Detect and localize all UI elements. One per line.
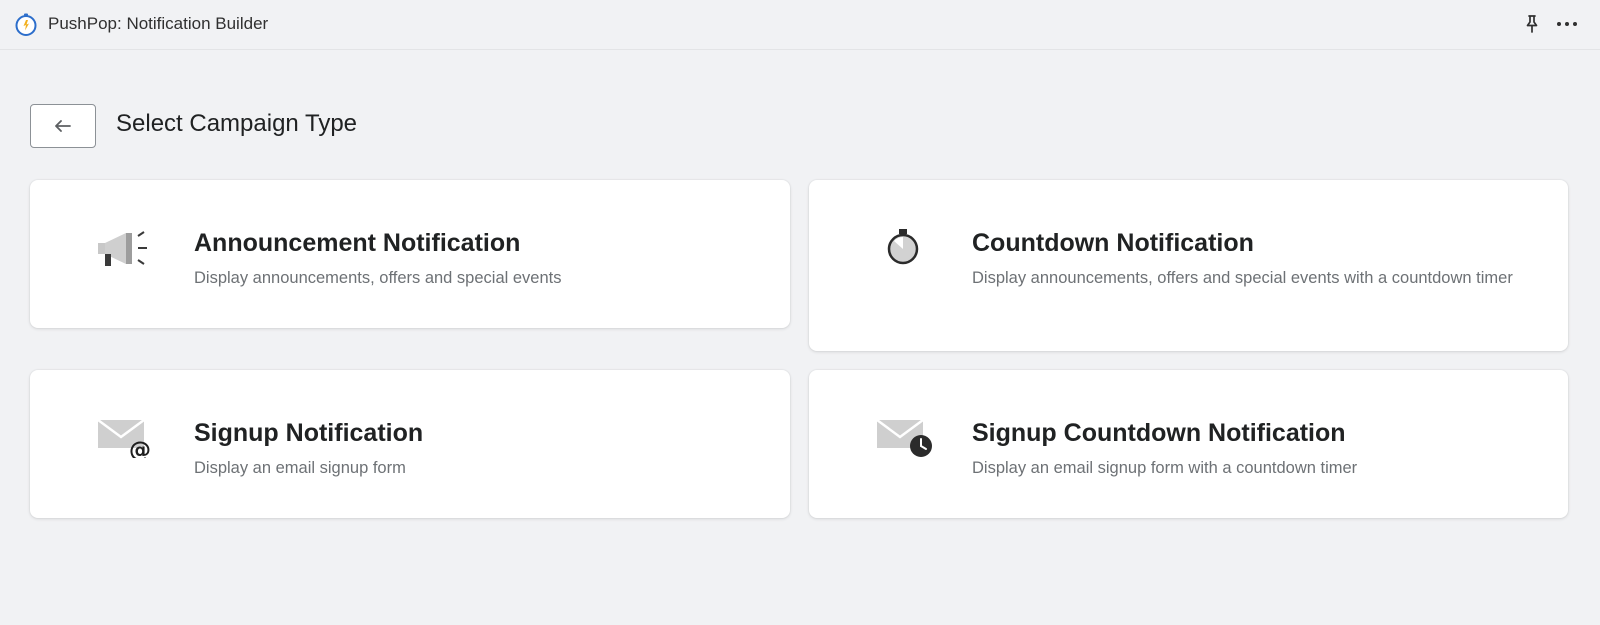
more-horizontal-icon[interactable]: [1555, 13, 1579, 35]
card-description: Display an email signup form with a coun…: [972, 459, 1358, 477]
card-signup-notification[interactable]: @ Signup Notification Display an email s…: [30, 370, 790, 518]
app-title: PushPop: Notification Builder: [48, 14, 269, 33]
stopwatch-icon: [887, 229, 919, 265]
top-bar: PushPop: Notification Builder: [0, 0, 1600, 50]
card-description: Display an email signup form: [194, 459, 406, 477]
arrow-left-icon: [55, 120, 71, 132]
card-description: Display announcements, offers and specia…: [972, 269, 1513, 287]
card-title: Countdown Notification: [972, 229, 1254, 257]
card-title: Signup Notification: [194, 419, 424, 447]
pin-icon[interactable]: [1521, 13, 1543, 35]
stopwatch-logo-icon: [15, 13, 37, 36]
card-countdown-notification[interactable]: Countdown Notification Display announcem…: [809, 180, 1568, 351]
card-title: Signup Countdown Notification: [972, 419, 1346, 447]
envelope-clock-icon: [877, 418, 932, 457]
back-button[interactable]: [30, 104, 96, 148]
card-description: Display announcements, offers and specia…: [194, 269, 562, 287]
page-title: Select Campaign Type: [116, 110, 358, 137]
envelope-at-icon: @: [98, 418, 151, 458]
megaphone-icon: [98, 231, 147, 266]
svg-text:@: @: [129, 438, 151, 458]
card-announcement-notification[interactable]: Announcement Notification Display announ…: [30, 180, 790, 328]
card-signup-countdown-notification[interactable]: Signup Countdown Notification Display an…: [809, 370, 1568, 518]
card-title: Announcement Notification: [194, 229, 521, 257]
